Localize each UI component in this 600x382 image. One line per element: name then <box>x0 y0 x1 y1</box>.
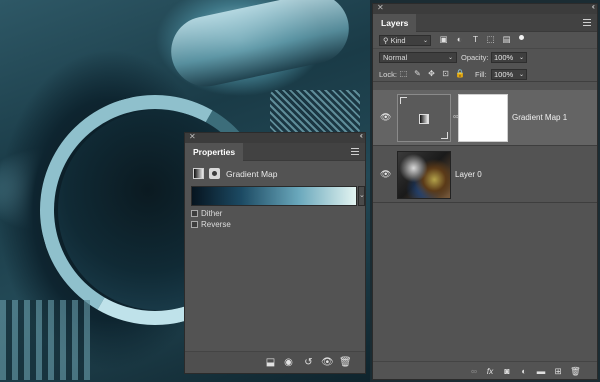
reset-icon[interactable]: ↺ <box>303 357 314 368</box>
layer-mask-thumbnail[interactable] <box>458 94 508 142</box>
reverse-option[interactable]: Reverse <box>191 219 231 229</box>
type-filter-icon[interactable]: T <box>471 35 480 44</box>
photo-grill-shape <box>270 90 360 135</box>
blend-mode-value: Normal <box>383 53 408 62</box>
dither-checkbox[interactable] <box>191 209 198 217</box>
trash-icon[interactable]: 🗑 <box>570 366 581 376</box>
properties-topbar[interactable]: ✕ ‹‹ <box>185 131 365 143</box>
adjustment-thumbnail[interactable] <box>397 94 451 142</box>
view-previous-state-icon[interactable]: ◉ <box>283 357 294 368</box>
blend-row: Normal ⌄ Opacity: 100% ⌄ <box>373 49 597 66</box>
layer-name[interactable]: Gradient Map 1 <box>512 113 567 122</box>
panel-menu-icon[interactable] <box>583 19 591 26</box>
adjustment-title: Gradient Map <box>226 169 278 179</box>
mask-icon[interactable] <box>209 168 220 179</box>
link-layers-icon[interactable]: ∞ <box>469 366 479 376</box>
layer-filter-bar: ⚲ Kind ⌄ ▣ ◐ T ⬚ ▤ <box>373 32 597 49</box>
chevron-down-icon: ⌄ <box>518 55 524 61</box>
close-icon[interactable]: ✕ <box>189 132 196 141</box>
kind-filter-value: Kind <box>390 36 406 45</box>
layers-footer: ∞ fx ◙ ◐ ▬ ⊞ 🗑 <box>373 361 597 379</box>
artboard-icon[interactable]: ⊡ <box>441 69 450 78</box>
delete-icon[interactable]: 🗑 <box>339 357 352 368</box>
clip-to-layer-icon[interactable]: ⬓ <box>265 357 276 368</box>
new-group-icon[interactable]: ▬ <box>536 366 546 376</box>
fill-label: Fill: <box>475 70 487 79</box>
blend-mode-select[interactable]: Normal ⌄ <box>379 52 457 63</box>
layer-row-gradient-map[interactable]: 👁 ∞ Gradient Map 1 <box>373 90 597 146</box>
lock-row: Lock: ⬚ ✎ ✥ ⊡ 🔒 Fill: 100% ⌄ <box>373 66 597 82</box>
properties-header: Gradient Map <box>185 161 365 187</box>
collapse-icon[interactable]: ‹‹ <box>360 131 364 140</box>
chevron-down-icon: ⌄ <box>422 38 428 44</box>
lock-pixels-icon[interactable]: ✎ <box>413 69 422 78</box>
properties-footer: ⬓ ◉ ↺ 👁 🗑 <box>185 351 365 373</box>
properties-panel: ✕ ‹‹ Properties Gradient Map ⌄ Dither Re… <box>184 131 366 374</box>
visibility-eye-icon[interactable]: 👁 <box>380 169 391 179</box>
shape-filter-icon[interactable]: ⬚ <box>486 35 495 44</box>
dither-label: Dither <box>201 208 223 218</box>
panel-menu-icon[interactable] <box>351 148 359 155</box>
lock-label: Lock: <box>379 70 397 79</box>
lock-position-icon[interactable]: ✥ <box>427 69 436 78</box>
fill-field[interactable]: 100% ⌄ <box>491 69 527 80</box>
opacity-field[interactable]: 100% ⌄ <box>491 52 527 63</box>
chevron-down-icon: ⌄ <box>518 72 524 78</box>
layers-topbar[interactable]: ✕ ‹‹ <box>373 2 597 14</box>
lock-all-icon[interactable]: 🔒 <box>455 69 465 78</box>
fill-value: 100% <box>494 70 514 79</box>
visibility-icon[interactable]: 👁 <box>321 357 334 368</box>
chevron-down-icon[interactable]: ⌄ <box>358 186 365 206</box>
kind-filter-select[interactable]: ⚲ Kind ⌄ <box>379 35 431 46</box>
layer-thumbnail[interactable] <box>397 151 451 199</box>
tab-properties[interactable]: Properties <box>185 143 244 161</box>
collapse-icon[interactable]: ‹‹ <box>592 2 596 11</box>
lock-transparency-icon[interactable]: ⬚ <box>399 69 408 78</box>
opacity-value: 100% <box>494 53 514 62</box>
pixel-filter-icon[interactable]: ▣ <box>439 35 448 44</box>
new-layer-icon[interactable]: ⊞ <box>553 366 563 376</box>
dither-option[interactable]: Dither <box>191 208 222 218</box>
opacity-label: Opacity: <box>461 53 489 62</box>
photo-pipes-shape <box>0 300 90 380</box>
reverse-label: Reverse <box>201 219 231 229</box>
properties-tabrow: Properties <box>185 143 365 161</box>
layer-row-layer-0[interactable]: 👁 Layer 0 <box>373 147 597 203</box>
search-icon: ⚲ <box>383 36 389 45</box>
gradient-preview[interactable] <box>191 186 357 206</box>
tab-layers[interactable]: Layers <box>373 14 417 32</box>
fx-icon[interactable]: fx <box>485 366 495 376</box>
adjustment-filter-icon[interactable]: ◐ <box>455 35 464 44</box>
filter-toggle-icon[interactable] <box>519 35 524 40</box>
gradient-map-adjustment-icon[interactable] <box>193 168 204 179</box>
layers-panel: ✕ ‹‹ Layers ⚲ Kind ⌄ ▣ ◐ T ⬚ ▤ Normal ⌄ … <box>372 2 598 380</box>
reverse-checkbox[interactable] <box>191 220 198 228</box>
close-icon[interactable]: ✕ <box>377 3 384 12</box>
visibility-eye-icon[interactable]: 👁 <box>380 112 391 122</box>
new-adjustment-icon[interactable]: ◐ <box>519 366 529 376</box>
gradient-map-icon <box>419 114 429 124</box>
chevron-down-icon: ⌄ <box>447 55 453 61</box>
layers-tabrow: Layers <box>373 14 597 32</box>
add-mask-icon[interactable]: ◙ <box>502 366 512 376</box>
photo-chrome-shape <box>164 0 356 93</box>
layer-name[interactable]: Layer 0 <box>455 170 482 179</box>
smart-object-filter-icon[interactable]: ▤ <box>502 35 511 44</box>
